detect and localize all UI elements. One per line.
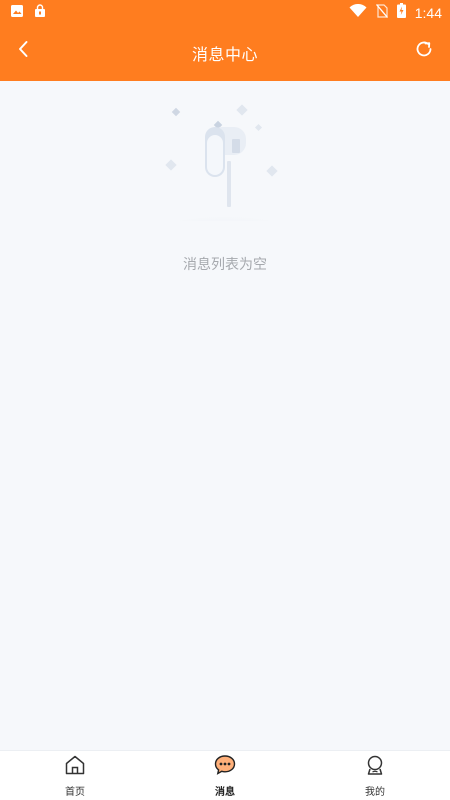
status-bar: 1:44 [0,0,450,25]
bottom-tab-bar: 首页 消息 我的 [0,750,450,800]
tab-profile-label: 我的 [365,787,385,798]
tab-messages-label: 消息 [215,787,235,798]
home-icon [63,753,87,781]
app-bar: 消息中心 [0,25,450,81]
lock-app-icon [34,3,46,22]
tab-messages[interactable]: 消息 [150,751,300,800]
image-icon [10,3,24,22]
tab-home-label: 首页 [65,787,85,798]
tab-profile[interactable]: 我的 [300,751,450,800]
no-sim-icon [375,3,388,22]
status-time: 1:44 [414,4,442,21]
battery-charging-icon [396,3,406,22]
tab-home[interactable]: 首页 [0,751,150,800]
chat-bubble-icon [213,753,237,781]
empty-mailbox-illustration [145,104,305,221]
page-title: 消息中心 [191,45,258,64]
message-list: 消息列表为空 [0,81,450,750]
wifi-icon [349,3,367,22]
profile-icon [363,753,387,781]
refresh-icon[interactable] [410,35,438,63]
empty-message: 消息列表为空 [183,257,267,273]
chevron-left-icon[interactable] [12,37,36,61]
